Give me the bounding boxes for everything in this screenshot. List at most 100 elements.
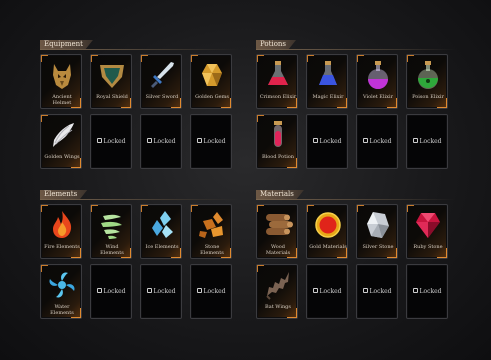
materials-panel: Materials Wood Materials Gold Materials … — [256, 190, 456, 320]
slot-wood-materials[interactable]: Wood Materials — [256, 204, 298, 259]
slot-locked[interactable]: Locked — [140, 114, 182, 169]
slot-locked[interactable]: Locked — [190, 264, 232, 319]
locked-text: Locked — [319, 138, 342, 145]
slot-locked[interactable]: Locked — [190, 114, 232, 169]
green-flask-icon — [411, 58, 445, 92]
slot-water-elements[interactable]: Water Elements — [40, 264, 82, 319]
locked-text: Locked — [419, 138, 442, 145]
materials-divider — [256, 199, 456, 200]
shield-icon — [95, 58, 129, 92]
lock-icon — [96, 138, 102, 143]
lock-icon — [196, 138, 202, 143]
locked-text: Locked — [319, 288, 342, 295]
locked-indicator: Locked — [191, 288, 231, 295]
wind-icon — [95, 208, 129, 242]
item-label: Golden Wings — [44, 154, 80, 160]
slot-stone-elements[interactable]: Stone Elements — [190, 204, 232, 259]
locked-indicator: Locked — [357, 288, 397, 295]
slot-poison-elixir[interactable]: Poison Elixir — [406, 54, 448, 109]
ice-icon — [145, 208, 179, 242]
item-label: Magic Elixir — [312, 94, 344, 100]
slot-gold-materials[interactable]: Gold Materials — [306, 204, 348, 259]
locked-indicator: Locked — [307, 138, 347, 145]
locked-indicator: Locked — [91, 288, 131, 295]
item-label: Wind Elements — [100, 244, 124, 256]
equipment-panel: Equipment Ancient Helmet Royal Shield Si… — [40, 40, 240, 170]
slot-violet-elixir[interactable]: Violet Elixir — [356, 54, 398, 109]
stone-icon — [195, 208, 229, 242]
item-label: Ice Elements — [145, 244, 179, 250]
slot-locked[interactable]: Locked — [306, 264, 348, 319]
logs-icon — [261, 208, 295, 242]
slot-ancient-helmet[interactable]: Ancient Helmet — [40, 54, 82, 109]
lock-icon — [312, 288, 318, 293]
item-label: Stone Elements — [200, 244, 224, 256]
item-label: Blood Potion — [261, 154, 295, 160]
lock-icon — [412, 138, 418, 143]
locked-text: Locked — [153, 138, 176, 145]
slot-golden-gems[interactable]: Golden Gems — [190, 54, 232, 109]
slot-locked[interactable]: Locked — [306, 114, 348, 169]
equipment-divider — [40, 49, 240, 50]
lock-icon — [312, 138, 318, 143]
item-label: Ancient Helmet — [52, 94, 72, 106]
silver-stone-icon — [361, 208, 395, 242]
red-flask-icon — [261, 58, 295, 92]
potions-divider — [256, 49, 456, 50]
slot-ruby-stone[interactable]: Ruby Stone — [406, 204, 448, 259]
locked-text: Locked — [369, 138, 392, 145]
slot-blood-potion[interactable]: Blood Potion — [256, 114, 298, 169]
locked-indicator: Locked — [357, 138, 397, 145]
item-label: Violet Elixir — [363, 94, 393, 100]
slot-locked[interactable]: Locked — [406, 264, 448, 319]
item-label: Crimson Elixir — [259, 94, 297, 100]
slot-silver-sword[interactable]: Silver Sword — [140, 54, 182, 109]
lock-icon — [412, 288, 418, 293]
item-label: Golden Gems — [195, 94, 229, 100]
item-label: Bat Wings — [265, 304, 291, 310]
slot-golden-wings[interactable]: Golden Wings — [40, 114, 82, 169]
lock-icon — [96, 288, 102, 293]
item-label: Water Elements — [50, 304, 74, 316]
locked-indicator: Locked — [191, 138, 231, 145]
locked-text: Locked — [153, 288, 176, 295]
inventory-screen: Equipment Ancient Helmet Royal Shield Si… — [0, 0, 491, 360]
locked-indicator: Locked — [307, 288, 347, 295]
sword-icon — [145, 58, 179, 92]
slot-locked[interactable]: Locked — [356, 264, 398, 319]
item-label: Fire Elements — [44, 244, 80, 250]
slot-locked[interactable]: Locked — [356, 114, 398, 169]
ruby-icon — [411, 208, 445, 242]
wolf-helmet-icon — [45, 58, 79, 92]
violet-flask-icon — [361, 58, 395, 92]
slot-locked[interactable]: Locked — [90, 264, 132, 319]
lock-icon — [196, 288, 202, 293]
slot-magic-elixir[interactable]: Magic Elixir — [306, 54, 348, 109]
locked-indicator: Locked — [91, 138, 131, 145]
elements-panel: Elements Fire Elements Wind Elements Ice… — [40, 190, 240, 320]
item-label: Silver Stone — [362, 244, 394, 250]
item-label: Royal Shield — [96, 94, 128, 100]
slot-ice-elements[interactable]: Ice Elements — [140, 204, 182, 259]
item-label: Gold Materials — [309, 244, 347, 250]
slot-silver-stone[interactable]: Silver Stone — [356, 204, 398, 259]
slot-locked[interactable]: Locked — [90, 114, 132, 169]
slot-locked[interactable]: Locked — [140, 264, 182, 319]
locked-text: Locked — [369, 288, 392, 295]
item-label: Ruby Stone — [413, 244, 443, 250]
lock-icon — [146, 288, 152, 293]
locked-text: Locked — [103, 138, 126, 145]
slot-bat-wings[interactable]: Bat Wings — [256, 264, 298, 319]
lock-icon — [362, 138, 368, 143]
water-icon — [45, 268, 79, 302]
slot-locked[interactable]: Locked — [406, 114, 448, 169]
slot-royal-shield[interactable]: Royal Shield — [90, 54, 132, 109]
locked-text: Locked — [103, 288, 126, 295]
item-label: Poison Elixir — [412, 94, 444, 100]
locked-indicator: Locked — [141, 288, 181, 295]
slot-fire-elements[interactable]: Fire Elements — [40, 204, 82, 259]
fire-icon — [45, 208, 79, 242]
slot-wind-elements[interactable]: Wind Elements — [90, 204, 132, 259]
slot-crimson-elixir[interactable]: Crimson Elixir — [256, 54, 298, 109]
gem-icon — [195, 58, 229, 92]
